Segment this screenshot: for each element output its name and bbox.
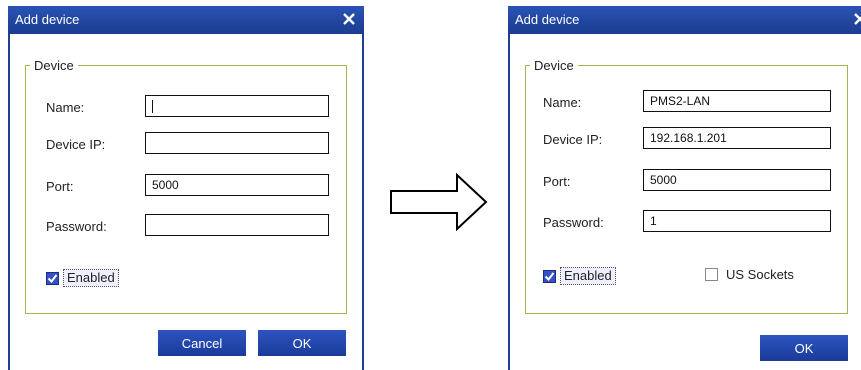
port-label: Port: (543, 174, 571, 189)
add-device-dialog-before: Add device Device Name: Device IP: Port:… (8, 6, 364, 370)
dialog-title: Add device (15, 12, 80, 27)
password-label: Password: (46, 219, 107, 234)
port-field[interactable]: 5000 (145, 174, 329, 196)
close-icon[interactable] (340, 10, 358, 28)
password-label: Password: (543, 215, 604, 230)
enabled-label: Enabled (63, 269, 119, 287)
enabled-checkbox[interactable]: Enabled (543, 267, 616, 285)
name-field[interactable]: PMS2-LAN (643, 90, 831, 112)
checkmark-icon[interactable] (543, 269, 556, 283)
enabled-checkbox[interactable]: Enabled (46, 269, 119, 287)
cancel-button[interactable]: Cancel (158, 330, 246, 356)
empty-checkbox-icon[interactable] (705, 268, 718, 281)
device-group-label: Device (534, 58, 574, 73)
ok-button[interactable]: OK (760, 335, 848, 361)
device-ip-field[interactable] (145, 132, 329, 154)
checkmark-icon[interactable] (46, 271, 59, 285)
device-ip-label: Device IP: (543, 132, 603, 147)
right-arrow-icon (390, 172, 488, 232)
name-field[interactable] (145, 95, 329, 117)
name-label: Name: (46, 100, 85, 115)
dialog-title: Add device (515, 12, 580, 27)
device-ip-field[interactable]: 192.168.1.201 (643, 127, 831, 149)
enabled-label: Enabled (560, 267, 616, 285)
close-icon[interactable] (851, 10, 861, 28)
us-sockets-label: US Sockets (726, 267, 794, 282)
port-label: Port: (46, 179, 74, 194)
title-bar[interactable]: Add device (8, 6, 364, 34)
title-bar[interactable]: Add device (508, 6, 861, 34)
device-group-label: Device (34, 58, 74, 73)
text-caret (152, 100, 153, 114)
password-field[interactable]: 1 (643, 210, 831, 232)
add-device-dialog-after: Add device Device Name: PMS2-LAN Device … (508, 6, 861, 370)
password-field[interactable] (145, 214, 329, 236)
name-label: Name: (543, 95, 582, 110)
ok-button[interactable]: OK (258, 330, 346, 356)
port-field[interactable]: 5000 (643, 169, 831, 191)
us-sockets-checkbox[interactable]: US Sockets (705, 267, 794, 282)
device-ip-label: Device IP: (46, 137, 106, 152)
